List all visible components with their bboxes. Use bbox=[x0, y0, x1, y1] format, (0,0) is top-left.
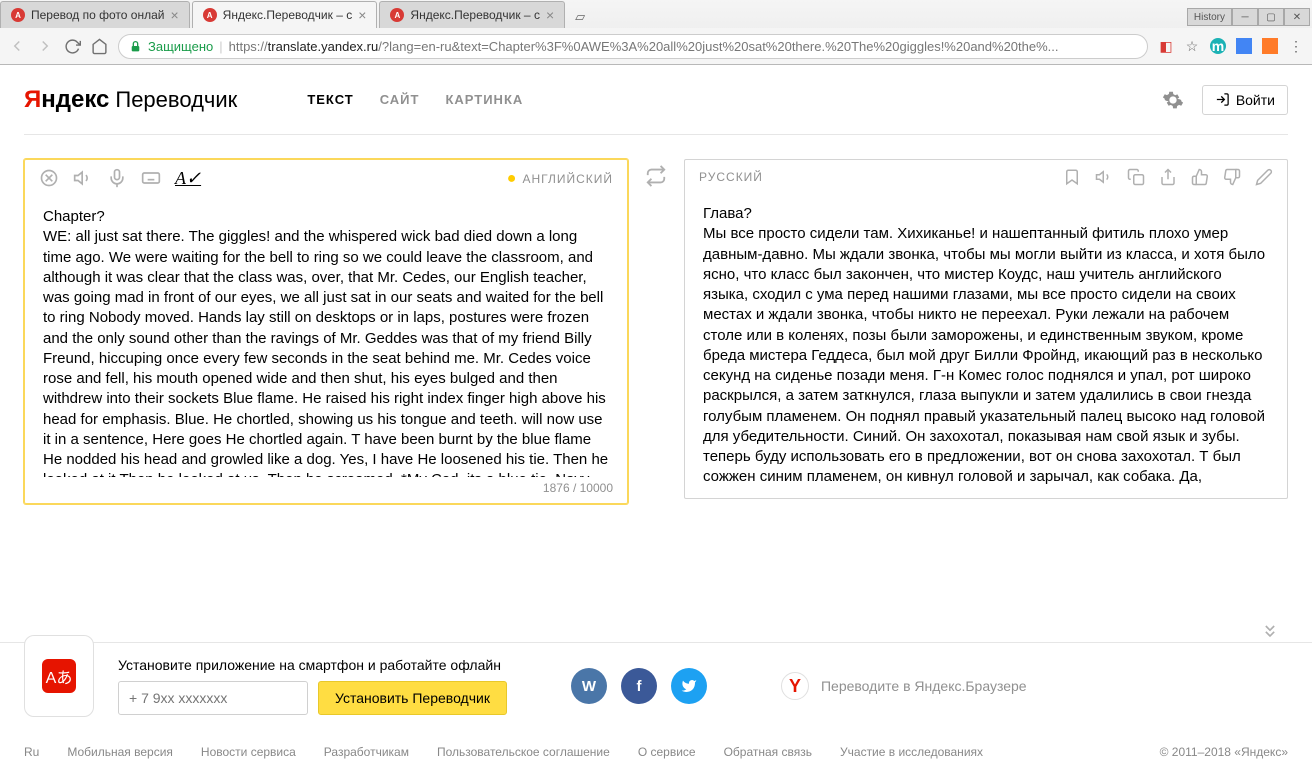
thumbs-down-icon[interactable] bbox=[1223, 168, 1241, 186]
source-lang-select[interactable]: АНГЛИЙСКИЙ bbox=[522, 172, 613, 186]
tab-bar: A Перевод по фото онлай × A Яндекс.Перев… bbox=[0, 0, 1312, 28]
footer-link[interactable]: Участие в исследованиях bbox=[840, 745, 983, 759]
browser-tab[interactable]: A Перевод по фото онлай × bbox=[0, 1, 190, 28]
favicon-icon: A bbox=[11, 8, 25, 22]
copyright: © 2011–2018 «Яндекс» bbox=[1160, 745, 1288, 759]
promo-form: Установите приложение на смартфон и рабо… bbox=[118, 657, 507, 715]
new-tab-button[interactable]: ▱ bbox=[567, 6, 593, 28]
tab-text[interactable]: ТЕКСТ bbox=[307, 92, 353, 107]
tab-title: Яндекс.Переводчик – с bbox=[223, 8, 353, 22]
logo[interactable]: ЯндексПереводчик bbox=[24, 86, 237, 114]
page-header: ЯндексПереводчик ТЕКСТ САЙТ КАРТИНКА Вой… bbox=[24, 65, 1288, 135]
favicon-icon: A bbox=[203, 8, 217, 22]
source-panel: A✓ ● АНГЛИЙСКИЙ Chapter? WE: all just sa… bbox=[24, 159, 628, 504]
login-button[interactable]: Войти bbox=[1202, 85, 1288, 115]
bookmark-icon[interactable] bbox=[1063, 168, 1081, 186]
phone-illustration: Aあ bbox=[24, 635, 94, 717]
url-text: https://translate.yandex.ru/?lang=en-ru&… bbox=[229, 39, 1059, 54]
browser-tab[interactable]: A Яндекс.Переводчик – с × bbox=[379, 1, 565, 28]
thumbs-up-icon[interactable] bbox=[1191, 168, 1209, 186]
edit-icon[interactable] bbox=[1255, 168, 1273, 186]
yandex-browser-icon: Y bbox=[781, 672, 809, 700]
home-button[interactable] bbox=[91, 38, 108, 55]
tab-title: Яндекс.Переводчик – с bbox=[410, 8, 540, 22]
footer-lang[interactable]: Ru bbox=[24, 745, 39, 759]
collapse-handle-icon[interactable] bbox=[1258, 621, 1282, 641]
reload-button[interactable] bbox=[64, 38, 81, 55]
favicon-icon: A bbox=[390, 8, 404, 22]
main-tabs: ТЕКСТ САЙТ КАРТИНКА bbox=[307, 92, 523, 107]
twitter-button[interactable] bbox=[671, 668, 707, 704]
vk-button[interactable]: W bbox=[571, 668, 607, 704]
swap-languages-button[interactable] bbox=[640, 159, 672, 187]
maximize-button[interactable]: ▢ bbox=[1258, 8, 1284, 26]
login-icon bbox=[1215, 92, 1230, 107]
footer-link[interactable]: Обратная связь bbox=[724, 745, 812, 759]
browser-tab[interactable]: A Яндекс.Переводчик – с × bbox=[192, 1, 378, 28]
forward-button[interactable] bbox=[36, 37, 54, 55]
page: ЯндексПереводчик ТЕКСТ САЙТ КАРТИНКА Вой… bbox=[0, 65, 1312, 769]
keyboard-icon[interactable] bbox=[141, 168, 161, 189]
footer-link[interactable]: Разработчикам bbox=[324, 745, 409, 759]
star-icon[interactable]: ☆ bbox=[1184, 38, 1200, 54]
source-text[interactable]: Chapter? WE: all just sat there. The gig… bbox=[25, 197, 627, 477]
close-window-button[interactable]: ✕ bbox=[1284, 8, 1310, 26]
address-bar: Защищено | https://translate.yandex.ru/?… bbox=[0, 28, 1312, 64]
url-field[interactable]: Защищено | https://translate.yandex.ru/?… bbox=[118, 34, 1148, 59]
browser-promo[interactable]: Y Переводите в Яндекс.Браузере bbox=[781, 672, 1027, 700]
promo-title: Установите приложение на смартфон и рабо… bbox=[118, 657, 507, 673]
toolbar-icons: ◧ ☆ m ⋮ bbox=[1158, 38, 1304, 54]
translate-ext-icon[interactable]: ◧ bbox=[1158, 38, 1174, 54]
clear-icon[interactable] bbox=[39, 168, 59, 189]
window-controls: History ─ ▢ ✕ bbox=[1187, 8, 1310, 26]
menu-icon[interactable]: ⋮ bbox=[1288, 38, 1304, 54]
back-button[interactable] bbox=[8, 37, 26, 55]
login-label: Войти bbox=[1236, 92, 1275, 108]
ext-o-icon[interactable] bbox=[1262, 38, 1278, 54]
history-button[interactable]: History bbox=[1187, 8, 1232, 26]
spellcheck-icon[interactable]: A✓ bbox=[175, 168, 201, 189]
footer-link[interactable]: Пользовательское соглашение bbox=[437, 745, 610, 759]
copy-icon[interactable] bbox=[1127, 168, 1145, 186]
speaker-icon[interactable] bbox=[1095, 168, 1113, 186]
app-icon: Aあ bbox=[42, 659, 76, 693]
footer: Ru Мобильная версия Новости сервиса Разр… bbox=[0, 735, 1312, 769]
lock-icon bbox=[129, 40, 142, 53]
footer-link[interactable]: Новости сервиса bbox=[201, 745, 296, 759]
facebook-button[interactable]: f bbox=[621, 668, 657, 704]
tab-image[interactable]: КАРТИНКА bbox=[445, 92, 523, 107]
ext-g-icon[interactable] bbox=[1236, 38, 1252, 54]
browser-promo-text: Переводите в Яндекс.Браузере bbox=[821, 678, 1027, 694]
share-icon[interactable] bbox=[1159, 168, 1177, 186]
translator: A✓ ● АНГЛИЙСКИЙ Chapter? WE: all just sa… bbox=[24, 159, 1288, 504]
close-icon[interactable]: × bbox=[170, 7, 178, 23]
target-panel: РУССКИЙ Глава? Мы все просто сидели там.… bbox=[684, 159, 1288, 499]
close-icon[interactable]: × bbox=[546, 7, 554, 23]
ext-m-icon[interactable]: m bbox=[1210, 38, 1226, 54]
speaker-icon[interactable] bbox=[73, 168, 93, 189]
secure-label: Защищено bbox=[148, 39, 213, 54]
gear-icon[interactable] bbox=[1162, 89, 1184, 111]
tab-site[interactable]: САЙТ bbox=[380, 92, 420, 107]
target-text: Глава? Мы все просто сидели там. Хихикан… bbox=[685, 194, 1287, 498]
social-buttons: W f bbox=[571, 668, 707, 704]
close-icon[interactable]: × bbox=[358, 7, 366, 23]
footer-link[interactable]: Мобильная версия bbox=[67, 745, 173, 759]
app-promo: Aあ Установите приложение на смартфон и р… bbox=[0, 642, 1312, 729]
browser-chrome: A Перевод по фото онлай × A Яндекс.Перев… bbox=[0, 0, 1312, 65]
minimize-button[interactable]: ─ bbox=[1232, 8, 1258, 26]
tab-title: Перевод по фото онлай bbox=[31, 8, 164, 22]
footer-link[interactable]: О сервисе bbox=[638, 745, 696, 759]
phone-input[interactable] bbox=[118, 681, 308, 715]
install-button[interactable]: Установить Переводчик bbox=[318, 681, 507, 715]
target-lang-select[interactable]: РУССКИЙ bbox=[699, 170, 763, 184]
source-toolbar: A✓ ● АНГЛИЙСКИЙ bbox=[25, 160, 627, 197]
mic-icon[interactable] bbox=[107, 168, 127, 189]
target-toolbar: РУССКИЙ bbox=[685, 160, 1287, 194]
detected-dot-icon: ● bbox=[507, 170, 517, 188]
char-counter: 1876 / 10000 bbox=[25, 477, 627, 503]
